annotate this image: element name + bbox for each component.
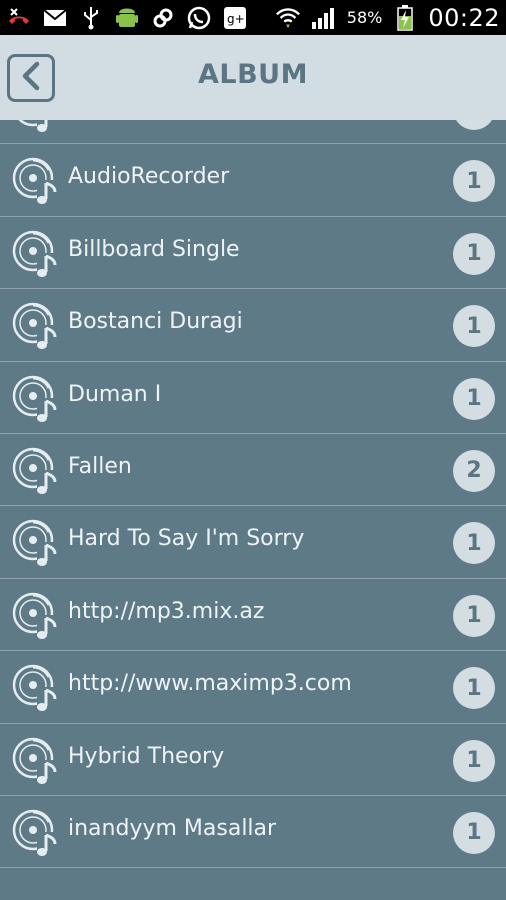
track-count-badge: 1: [453, 305, 495, 348]
clock: 00:22: [428, 3, 500, 32]
sync-icon: [150, 5, 176, 31]
track-count-badge: 1: [453, 160, 495, 203]
track-count-badge: 1: [453, 522, 495, 565]
music-disc-icon: [11, 808, 61, 858]
album-row[interactable]: Fallen 2: [0, 434, 506, 507]
track-count-badge: 1: [453, 667, 495, 710]
album-name: AudioRecorder: [68, 164, 230, 190]
music-disc-icon: [11, 736, 61, 786]
battery-icon: [392, 4, 418, 31]
music-disc-icon: [11, 120, 61, 134]
music-disc-icon: [11, 663, 61, 714]
battery-percent: 58%: [346, 8, 383, 27]
track-count-badge: 1: [453, 739, 495, 782]
page-title: ALBUM: [198, 59, 308, 90]
album-row[interactable]: Bostanci Duragi 1: [0, 289, 506, 362]
album-name: http://www.maximp3.com: [68, 671, 352, 697]
music-disc-icon: [11, 591, 61, 641]
music-disc-icon: [11, 374, 61, 424]
music-disc-icon: [11, 301, 61, 352]
track-count-badge: 1: [453, 594, 495, 637]
album-row[interactable]: http://www.maximp3.com 1: [0, 651, 506, 724]
wifi-icon: [275, 5, 301, 31]
app-header: ALBUM: [0, 35, 506, 120]
music-disc-icon: [11, 156, 61, 207]
album-name: Fallen: [68, 453, 132, 479]
album-row[interactable]: http://mp3.mix.az 1: [0, 579, 506, 652]
usb-icon: [78, 5, 104, 31]
album-name: Hard To Say I'm Sorry: [68, 526, 305, 552]
track-count-badge: 1: [453, 232, 495, 275]
svg-text:g+: g+: [227, 12, 245, 26]
album-row[interactable]: Hybrid Theory 1: [0, 724, 506, 796]
missed-call-icon: [6, 5, 32, 31]
album-name: inandyym Masallar: [68, 815, 277, 841]
album-name: Bostanci Duragi: [68, 309, 243, 335]
notification-icons: g+: [6, 5, 248, 31]
album-row[interactable]: Billboard Single 1: [0, 217, 506, 290]
email-icon: [42, 5, 68, 31]
album-name: http://mp3.mix.az: [68, 598, 265, 624]
track-count-badge: 1: [453, 811, 495, 854]
album-row[interactable]: AudioRecorder 1: [0, 144, 506, 217]
track-count-badge: 2: [453, 449, 495, 492]
android-debug-icon: [114, 5, 140, 31]
album-name: Hybrid Theory: [68, 743, 225, 769]
album-name: Billboard Single: [68, 236, 240, 262]
system-status: 58% 00:22: [275, 4, 500, 32]
album-row[interactable]: inandyym Masallar 1: [0, 796, 506, 869]
signal-icon: [311, 5, 337, 31]
track-count-badge: 1: [453, 377, 495, 420]
google-plus-icon: g+: [222, 5, 248, 31]
track-count-badge: 2: [453, 120, 495, 130]
album-list[interactable]: Audio Search Engine 2 AudioRecorder 1: [0, 120, 506, 900]
album-row[interactable]: Audio Search Engine 2: [0, 120, 506, 145]
album-row[interactable]: Duman I 1: [0, 362, 506, 434]
album-row[interactable]: Hard To Say I'm Sorry 1: [0, 506, 506, 579]
music-disc-icon: [11, 229, 61, 279]
music-disc-icon: [11, 446, 61, 496]
status-bar: g+ 58% 00:22: [0, 0, 506, 35]
whatsapp-icon: [186, 5, 212, 31]
music-disc-icon: [11, 518, 61, 569]
album-name: Duman I: [68, 381, 162, 407]
